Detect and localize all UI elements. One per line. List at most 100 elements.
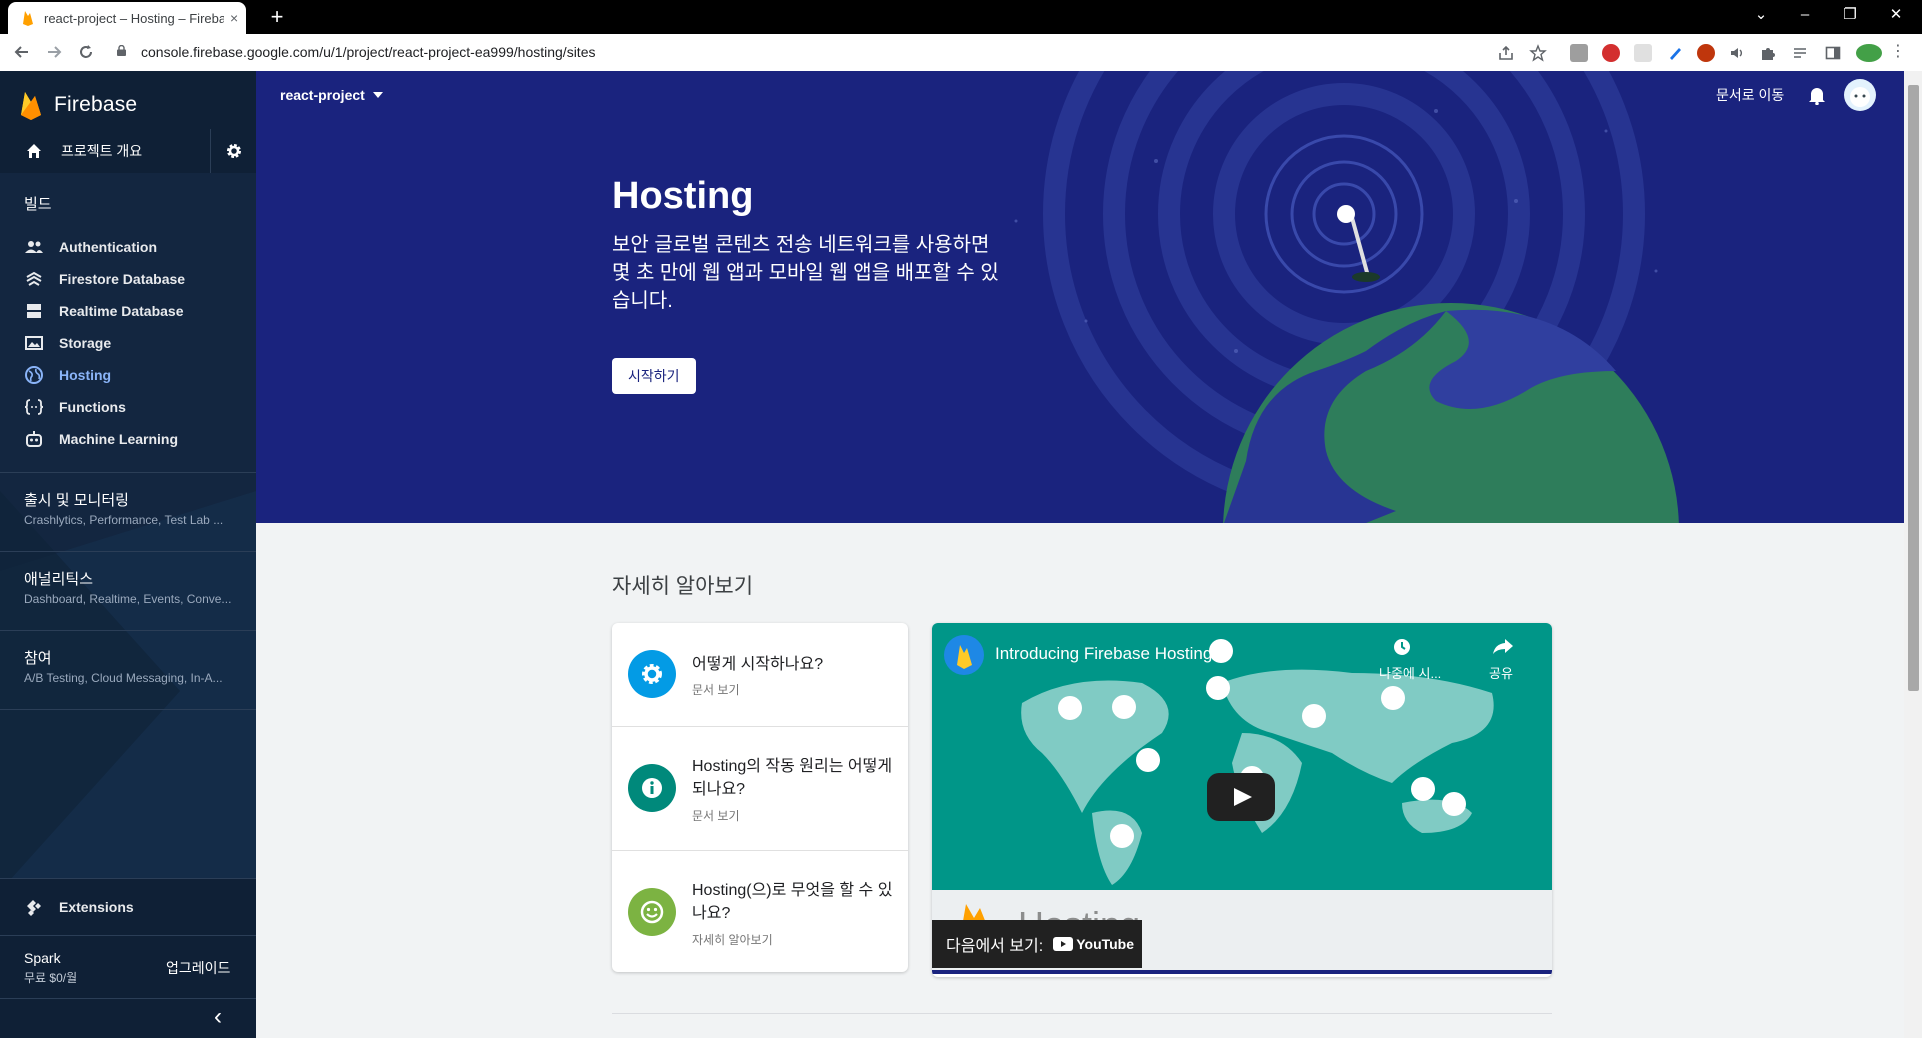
firebase-favicon-icon xyxy=(23,11,33,26)
gear-icon xyxy=(227,144,241,158)
hosting-hero: react-project 문서로 이동 Hosting 보안 글로벌 콘텐츠 … xyxy=(256,71,1904,523)
extensions-link[interactable]: Extensions xyxy=(0,879,256,935)
star-icon[interactable] xyxy=(1529,44,1547,62)
sidebar-group-engage[interactable]: 참여 A/B Testing, Cloud Messaging, In-A... xyxy=(0,631,256,709)
build-section-title: 빌드 xyxy=(24,196,52,213)
back-arrow-icon[interactable] xyxy=(8,40,36,64)
sidebar-item-label: Machine Learning xyxy=(59,431,179,447)
firebase-logo-icon xyxy=(21,92,41,120)
main-content: react-project 문서로 이동 Hosting 보안 글로벌 콘텐츠 … xyxy=(256,71,1904,1038)
share-arrow-icon[interactable] xyxy=(1492,637,1514,655)
speaker-extension-icon[interactable] xyxy=(1728,44,1746,62)
puzzle-extensions-icon[interactable] xyxy=(1759,44,1777,62)
side-panel-icon[interactable] xyxy=(1824,44,1842,62)
get-started-button[interactable]: 시작하기 xyxy=(612,358,696,394)
firestore-icon xyxy=(24,269,44,289)
firebase-logo-icon xyxy=(957,645,972,669)
browser-tab[interactable]: react-project – Hosting – Firebase × xyxy=(8,2,246,34)
video-progress-bar[interactable] xyxy=(932,970,1552,974)
restore-button[interactable]: ❐ xyxy=(1830,0,1870,30)
project-settings-button[interactable] xyxy=(210,129,256,173)
group-subtitle: Dashboard, Realtime, Events, Conve... xyxy=(24,592,232,606)
url-text[interactable]: console.firebase.google.com/u/1/project/… xyxy=(141,44,595,60)
new-tab-button[interactable]: + xyxy=(262,2,292,32)
extensions-icon xyxy=(27,900,41,916)
watch-on-youtube-button[interactable]: 다음에서 보기: YouTube xyxy=(932,920,1142,968)
channel-avatar[interactable] xyxy=(944,635,984,675)
extension-1-icon[interactable] xyxy=(1570,44,1588,62)
group-subtitle: Crashlytics, Performance, Test Lab ... xyxy=(24,513,224,527)
close-window-button[interactable]: ✕ xyxy=(1876,0,1916,30)
sidebar-item-label: Realtime Database xyxy=(59,303,184,319)
video-thumbnail[interactable]: Introducing Firebase Hosting 나중에 시... 공유 xyxy=(932,623,1552,890)
functions-icon xyxy=(24,397,44,417)
sidebar-item-authentication[interactable]: Authentication xyxy=(0,231,256,263)
notifications-bell-icon[interactable] xyxy=(1808,85,1826,105)
plan-panel: Spark 무료 $0/월 업그레이드 xyxy=(0,936,256,998)
reading-list-icon[interactable] xyxy=(1791,44,1809,62)
sidebar-item-storage[interactable]: Storage xyxy=(0,327,256,359)
database-icon xyxy=(24,301,44,321)
plan-price: 무료 $0/월 xyxy=(24,971,78,985)
reload-icon[interactable] xyxy=(72,40,100,64)
extensions-label: Extensions xyxy=(59,899,134,915)
collapse-sidebar-button[interactable]: ‹ xyxy=(0,999,256,1038)
sidebar-group-analytics[interactable]: 애널리틱스 Dashboard, Realtime, Events, Conve… xyxy=(0,552,256,630)
card-how-it-works[interactable]: Hosting의 작동 원리는 어떻게 되나요? 문서 보기 xyxy=(612,727,908,850)
info-icon xyxy=(628,764,676,812)
extension-5-icon[interactable] xyxy=(1697,44,1715,62)
tab-close-button[interactable]: × xyxy=(230,10,238,26)
video-title[interactable]: Introducing Firebase Hosting xyxy=(995,644,1212,664)
card-what-can-i-do[interactable]: Hosting(으)로 무엇을 할 수 있나요? 자세히 알아보기 xyxy=(612,851,908,972)
firebase-brand[interactable]: Firebase xyxy=(20,83,137,127)
forward-arrow-icon[interactable] xyxy=(40,40,68,64)
learn-more-cards: 어떻게 시작하나요? 문서 보기 Hosting의 작동 원리는 어떻게 되나요… xyxy=(612,623,908,972)
tab-search-button[interactable]: ⌄ xyxy=(1741,0,1781,30)
adblock-extension-icon[interactable] xyxy=(1602,44,1620,62)
share-icon[interactable] xyxy=(1497,44,1515,62)
watch-later-button[interactable]: 나중에 시... xyxy=(1379,663,1441,682)
minimize-button[interactable]: – xyxy=(1785,0,1825,30)
sidebar-header: Firebase 프로젝트 개요 xyxy=(0,71,256,173)
project-overview-link[interactable]: 프로젝트 개요 xyxy=(0,129,210,173)
page-title: Hosting xyxy=(612,175,754,217)
image-icon xyxy=(24,333,44,353)
play-icon xyxy=(1234,788,1252,806)
upgrade-button[interactable]: 업그레이드 xyxy=(166,958,230,978)
project-name: react-project xyxy=(280,87,365,103)
lock-icon[interactable] xyxy=(117,45,126,56)
scrollbar-thumb[interactable] xyxy=(1908,85,1919,691)
sidebar-item-firestore[interactable]: Firestore Database xyxy=(0,263,256,295)
play-button[interactable] xyxy=(1207,773,1275,821)
sidebar-item-functions[interactable]: Functions xyxy=(0,391,256,423)
sidebar-item-realtime-database[interactable]: Realtime Database xyxy=(0,295,256,327)
browser-menu-icon[interactable]: ⋮ xyxy=(1890,44,1906,62)
account-avatar[interactable] xyxy=(1844,79,1876,111)
group-subtitle: A/B Testing, Cloud Messaging, In-A... xyxy=(24,671,223,685)
pen-extension-icon[interactable] xyxy=(1666,44,1684,62)
video-player[interactable]: Introducing Firebase Hosting 나중에 시... 공유… xyxy=(932,623,1552,977)
sidebar-item-label: Storage xyxy=(59,335,112,351)
sidebar-group-release-monitoring[interactable]: 출시 및 모니터링 Crashlytics, Performance, Test… xyxy=(0,473,256,551)
globe-icon xyxy=(24,365,44,385)
smiley-icon xyxy=(628,888,676,936)
profile-avatar-icon[interactable] xyxy=(1856,44,1882,62)
watch-on-label: 다음에서 보기: xyxy=(946,938,1044,955)
clock-icon[interactable] xyxy=(1392,637,1412,657)
card-link[interactable]: 자세히 알아보기 xyxy=(692,931,773,948)
sidebar-item-machine-learning[interactable]: Machine Learning xyxy=(0,423,256,455)
extension-3-icon[interactable] xyxy=(1634,44,1652,62)
card-get-started[interactable]: 어떻게 시작하나요? 문서 보기 xyxy=(612,623,908,726)
sidebar-item-label: Functions xyxy=(59,399,126,415)
sidebar: Firebase 프로젝트 개요 빌드 Authentication Fires… xyxy=(0,71,256,1038)
share-button[interactable]: 공유 xyxy=(1489,663,1513,682)
page-scrollbar[interactable] xyxy=(1904,71,1922,1038)
address-bar: console.firebase.google.com/u/1/project/… xyxy=(0,34,1922,72)
chevron-left-icon: ‹ xyxy=(214,1003,222,1030)
sidebar-item-hosting[interactable]: Hosting xyxy=(0,359,256,391)
card-link[interactable]: 문서 보기 xyxy=(692,681,740,698)
go-to-docs-link[interactable]: 문서로 이동 xyxy=(1716,85,1784,105)
project-selector[interactable]: react-project xyxy=(280,87,383,103)
group-title: 애널리틱스 xyxy=(24,571,94,588)
card-link[interactable]: 문서 보기 xyxy=(692,807,740,824)
